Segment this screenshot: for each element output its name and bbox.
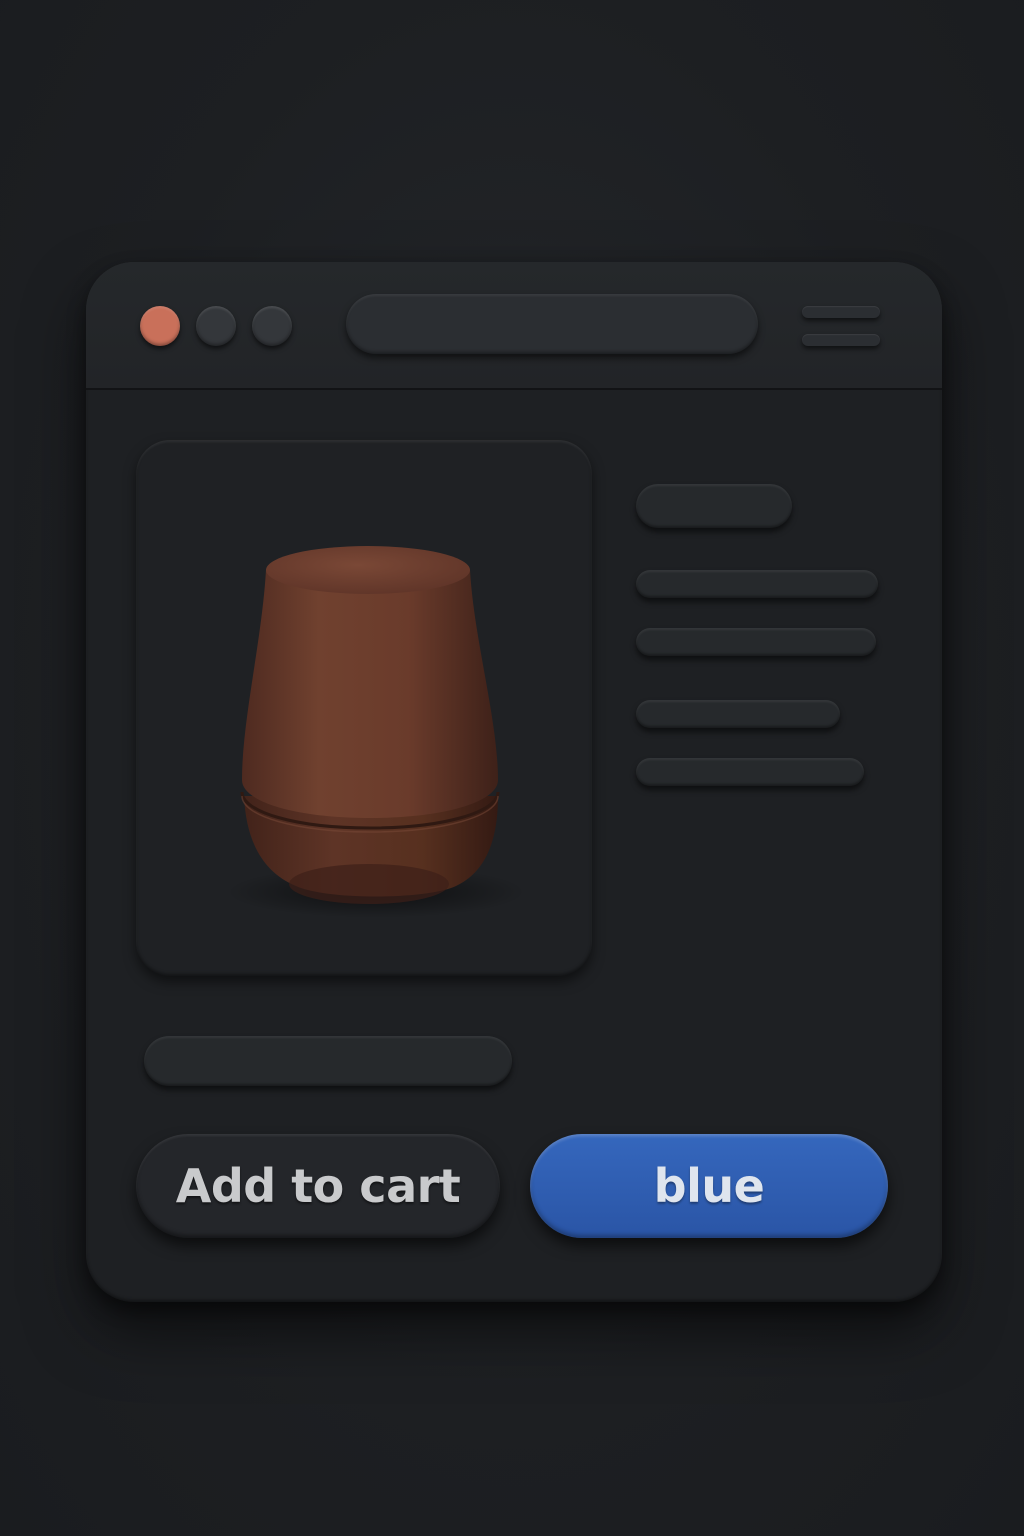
add-to-cart-button[interactable]: Add to cart — [136, 1134, 500, 1238]
smart-speaker-icon — [226, 546, 526, 918]
address-bar[interactable] — [346, 294, 758, 354]
minimize-window-button[interactable] — [196, 306, 236, 346]
hamburger-menu-icon[interactable] — [802, 302, 882, 350]
description-line-placeholder — [636, 758, 864, 786]
menu-line — [802, 306, 880, 318]
maximize-window-button[interactable] — [252, 306, 292, 346]
price-placeholder — [144, 1036, 512, 1086]
description-line-placeholder — [636, 570, 878, 598]
browser-window: Add to cart blue — [86, 262, 942, 1302]
blue-color-button[interactable]: blue — [530, 1134, 888, 1238]
menu-line — [802, 334, 880, 346]
title-bar — [86, 262, 942, 390]
description-line-placeholder — [636, 700, 840, 728]
product-image-panel[interactable] — [136, 440, 592, 976]
product-title-placeholder — [636, 484, 792, 528]
description-line-placeholder — [636, 628, 876, 656]
close-window-button[interactable] — [140, 306, 180, 346]
